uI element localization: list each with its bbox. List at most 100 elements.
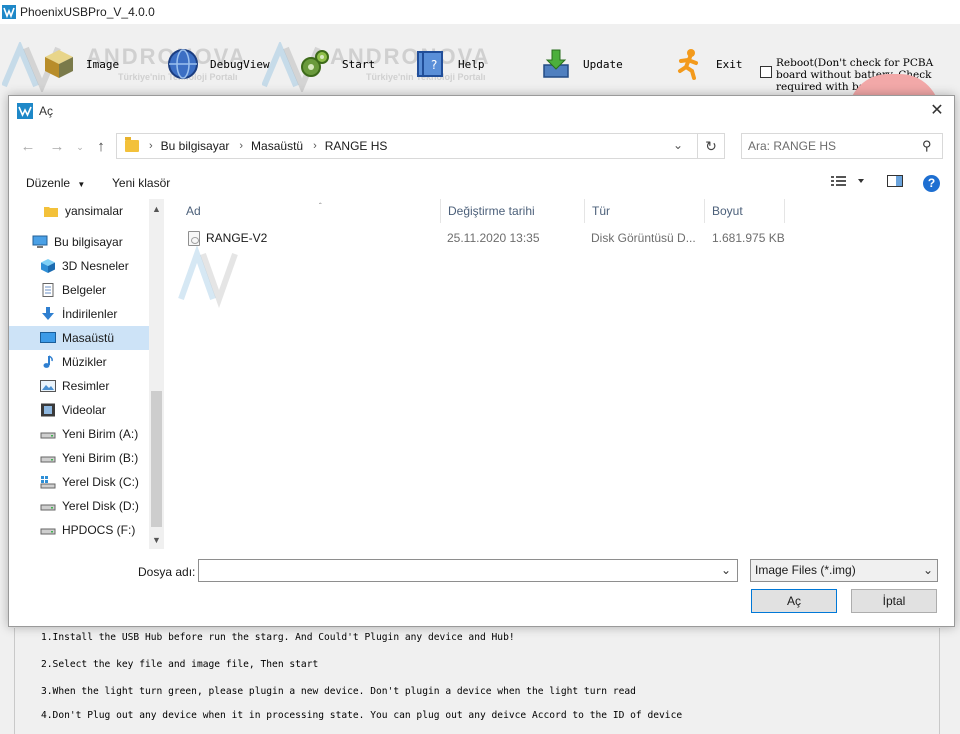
music-icon [40, 355, 56, 369]
update-download-icon [543, 49, 569, 78]
exit-running-man-icon [678, 49, 698, 80]
help-button[interactable]: ? Help [414, 44, 485, 84]
videos-icon [40, 403, 56, 417]
column-header-modified[interactable]: Değiştirme tarihi [441, 199, 585, 223]
chevron-right-icon[interactable]: › [149, 140, 153, 152]
close-icon[interactable]: ✕ [928, 102, 946, 120]
nav-item-videos[interactable]: Videolar [9, 398, 149, 422]
breadcrumb-this-pc[interactable]: Bu bilgisayar [161, 139, 230, 153]
nav-item-drive-a[interactable]: Yeni Birim (A:) [9, 422, 149, 446]
nav-item-label: Yerel Disk (C:) [62, 475, 139, 489]
search-input[interactable] [748, 138, 908, 154]
cancel-button[interactable]: İptal [851, 589, 937, 613]
filename-combo[interactable]: ⌄ [198, 559, 738, 582]
instruction-line: 2.Select the key file and image file, Th… [41, 659, 319, 670]
column-label: Boyut [712, 204, 743, 218]
chevron-right-icon[interactable]: › [313, 140, 317, 152]
file-type: Disk Görüntüsü D... [591, 231, 696, 245]
command-bar: Düzenle ▼ Yeni klasör [9, 169, 954, 197]
file-list: Ad ˆ Değiştirme tarihi Tür Boyut RANGE-V… [169, 199, 954, 549]
update-button[interactable]: Update [539, 44, 623, 84]
search-icon[interactable]: ⚲ [922, 138, 932, 154]
dialog-title: Aç [39, 104, 54, 118]
nav-item-drive-d[interactable]: Yerel Disk (D:) [9, 494, 149, 518]
andronova-watermark-icon [178, 245, 238, 308]
recent-chevron-icon[interactable]: ⌄ [71, 138, 89, 156]
breadcrumb-range-hs[interactable]: RANGE HS [325, 139, 388, 153]
nav-item-this-pc[interactable]: Bu bilgisayar [9, 230, 149, 254]
nav-item-drive-b[interactable]: Yeni Birim (B:) [9, 446, 149, 470]
file-modified: 25.11.2020 13:35 [447, 231, 540, 245]
filter-value: Image Files (*.img) [755, 563, 856, 577]
chevron-down-icon[interactable]: ⌄ [721, 563, 731, 577]
open-button[interactable]: Aç [751, 589, 837, 613]
column-header-type[interactable]: Tür [585, 199, 705, 223]
nav-item-label: Yeni Birim (B:) [62, 451, 139, 465]
phoenix-app-icon [2, 5, 16, 19]
nav-item-yansimalar[interactable]: yansimalar [9, 199, 149, 223]
help-icon[interactable]: ? [923, 175, 940, 192]
nav-item-desktop[interactable]: Masaüstü [9, 326, 149, 350]
reboot-checkbox[interactable] [760, 66, 772, 78]
nav-item-label: Resimler [62, 379, 110, 393]
refresh-button[interactable]: ↻ [698, 133, 725, 159]
nav-item-pictures[interactable]: Resimler [9, 374, 149, 398]
app-title-bar: PhoenixUSBPro_V_4.0.0 [0, 0, 960, 24]
exit-button[interactable]: Exit [672, 44, 743, 84]
scroll-down-icon[interactable]: ▼ [149, 533, 164, 548]
drive-icon [40, 451, 56, 465]
scrollbar-thumb[interactable] [151, 391, 162, 527]
windows-drive-icon [40, 475, 56, 489]
debugview-button[interactable]: DebugView [166, 44, 270, 84]
downloads-icon [40, 307, 56, 321]
svg-text:?: ? [431, 58, 437, 72]
image-label: Image [86, 57, 120, 71]
file-size: 1.681.975 KB [712, 231, 785, 245]
image-button[interactable]: Image [42, 44, 119, 84]
organize-label: Düzenle [26, 176, 71, 190]
preview-pane-button[interactable] [887, 174, 903, 191]
caret-down-icon: ▼ [77, 180, 86, 189]
debugview-label: DebugView [210, 57, 270, 71]
phoenix-app-icon [17, 103, 33, 119]
new-folder-button[interactable]: Yeni klasör [112, 176, 170, 190]
chevron-down-icon[interactable]: ⌄ [673, 138, 683, 152]
address-bar[interactable]: › Bu bilgisayar › Masaüstü › RANGE HS ⌄ [116, 133, 698, 159]
chevron-down-icon: ⌄ [923, 563, 934, 577]
nav-item-drive-f[interactable]: HPDOCS (F:) [9, 518, 149, 542]
nav-item-music[interactable]: Müzikler [9, 350, 149, 374]
nav-item-drive-c[interactable]: Yerel Disk (C:) [9, 470, 149, 494]
scroll-up-icon[interactable]: ▲ [149, 202, 164, 217]
image-cube-icon [45, 50, 73, 78]
nav-item-3d-objects[interactable]: 3D Nesneler [9, 254, 149, 278]
file-row[interactable]: RANGE-V2 25.11.2020 13:35 Disk Görüntüsü… [169, 228, 954, 250]
app-title: PhoenixUSBPro_V_4.0.0 [20, 5, 155, 19]
view-options-button[interactable] [831, 174, 867, 191]
help-book-icon: ? [417, 51, 443, 77]
search-box[interactable]: ⚲ [741, 133, 943, 159]
dialog-title-bar: Aç ✕ [9, 96, 954, 126]
nav-item-label: Bu bilgisayar [54, 235, 123, 249]
column-label: Değiştirme tarihi [448, 204, 535, 218]
organize-button[interactable]: Düzenle ▼ [26, 176, 85, 190]
help-label: Help [458, 57, 485, 71]
filename-input[interactable] [203, 563, 713, 579]
chevron-right-icon[interactable]: › [239, 140, 243, 152]
pictures-icon [40, 379, 56, 393]
breadcrumb-desktop[interactable]: Masaüstü [251, 139, 303, 153]
nav-item-documents[interactable]: Belgeler [9, 278, 149, 302]
up-arrow-icon[interactable]: ↑ [92, 138, 110, 156]
nav-scrollbar[interactable]: ▲ ▼ [149, 199, 164, 549]
column-header-size[interactable]: Boyut [705, 199, 785, 223]
forward-arrow-icon[interactable]: → [48, 138, 66, 156]
nav-item-downloads[interactable]: İndirilenler [9, 302, 149, 326]
drive-icon [40, 499, 56, 513]
nav-item-label: Yerel Disk (D:) [62, 499, 139, 513]
file-type-filter[interactable]: Image Files (*.img) ⌄ [750, 559, 938, 582]
back-arrow-icon[interactable]: ← [19, 138, 37, 156]
navigation-pane: yansimalar Bu bilgisayar 3D Nesneler Bel… [9, 199, 164, 549]
start-button[interactable]: Start [298, 44, 375, 84]
folder-icon [43, 204, 59, 218]
column-label: Tür [592, 204, 610, 218]
open-file-dialog: Aç ✕ ← → ⌄ ↑ › Bu bilgisayar › Masaüstü … [8, 95, 955, 627]
